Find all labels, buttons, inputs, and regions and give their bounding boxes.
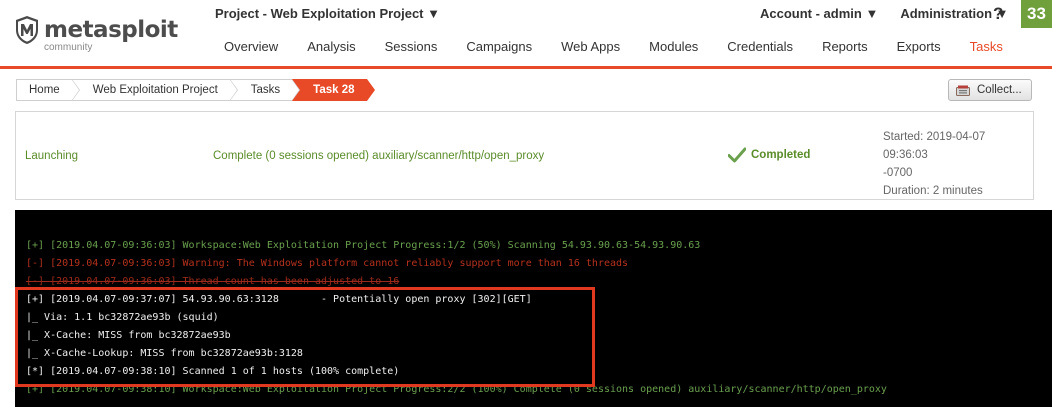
- task-status-panel: Launching Complete (0 sessions opened) a…: [15, 111, 1034, 200]
- tab-web-apps[interactable]: Web Apps: [561, 39, 620, 54]
- task-console-output[interactable]: [+] [2019.04.07-09:36:03] Workspace:Web …: [15, 210, 1052, 407]
- breadcrumb: Home Web Exploitation Project Tasks Task…: [16, 79, 375, 101]
- task-description: Complete (0 sessions opened) auxiliary/s…: [213, 150, 545, 162]
- tab-campaigns[interactable]: Campaigns: [466, 39, 532, 54]
- project-selector[interactable]: Project - Web Exploitation Project ▼: [215, 6, 440, 21]
- notification-count-badge[interactable]: 33: [1021, 0, 1052, 28]
- task-started: Started: 2019-04-07 09:36:03: [883, 131, 986, 161]
- tab-modules[interactable]: Modules: [649, 39, 698, 54]
- help-icon[interactable]: ?: [993, 4, 1003, 24]
- highlight-box: [15, 287, 595, 387]
- task-duration: Duration: 2 minutes: [883, 185, 983, 197]
- tab-tasks[interactable]: Tasks: [970, 39, 1003, 54]
- console-line: [-] [2019.04.07-09:36:03] Thread count h…: [26, 276, 400, 287]
- metasploit-logo[interactable]: metasploit community: [14, 10, 204, 53]
- tab-overview[interactable]: Overview: [224, 39, 278, 54]
- checkmark-icon: [728, 147, 746, 163]
- breadcrumb-home[interactable]: Home: [16, 79, 80, 101]
- brand-name: metasploit: [44, 17, 178, 43]
- header-divider: [0, 66, 1052, 69]
- task-state: Launching: [25, 150, 79, 162]
- main-nav: Overview Analysis Sessions Campaigns Web…: [224, 39, 1032, 54]
- collect-button[interactable]: Collect...: [948, 79, 1032, 101]
- task-result: Completed: [728, 147, 810, 163]
- account-menu[interactable]: Account - admin ▼: [760, 6, 878, 21]
- collect-icon: [956, 85, 970, 96]
- top-header: metasploit community Project - Web Explo…: [0, 0, 1052, 66]
- console-line: [+] [2019.04.07-09:36:03] Workspace:Web …: [26, 240, 701, 251]
- breadcrumb-tasks[interactable]: Tasks: [229, 79, 301, 101]
- tab-analysis[interactable]: Analysis: [307, 39, 355, 54]
- tab-reports[interactable]: Reports: [822, 39, 868, 54]
- brand-edition: community: [44, 42, 93, 53]
- task-timezone: -0700: [883, 167, 913, 179]
- tab-sessions[interactable]: Sessions: [385, 39, 438, 54]
- user-menu-bar: Account - admin ▼ Administration ▼: [760, 6, 1031, 21]
- metasploit-shield-icon: [16, 16, 38, 44]
- task-status-label: Completed: [751, 149, 811, 161]
- breadcrumb-current-task: Task 28: [292, 79, 375, 101]
- console-line: [-] [2019.04.07-09:36:03] Warning: The W…: [26, 258, 629, 269]
- breadcrumb-project[interactable]: Web Exploitation Project: [71, 79, 238, 101]
- tab-credentials[interactable]: Credentials: [727, 39, 793, 54]
- task-meta: Started: 2019-04-07 09:36:03 -0700 Durat…: [883, 128, 1023, 200]
- tab-exports[interactable]: Exports: [897, 39, 941, 54]
- collect-label: Collect...: [977, 84, 1022, 96]
